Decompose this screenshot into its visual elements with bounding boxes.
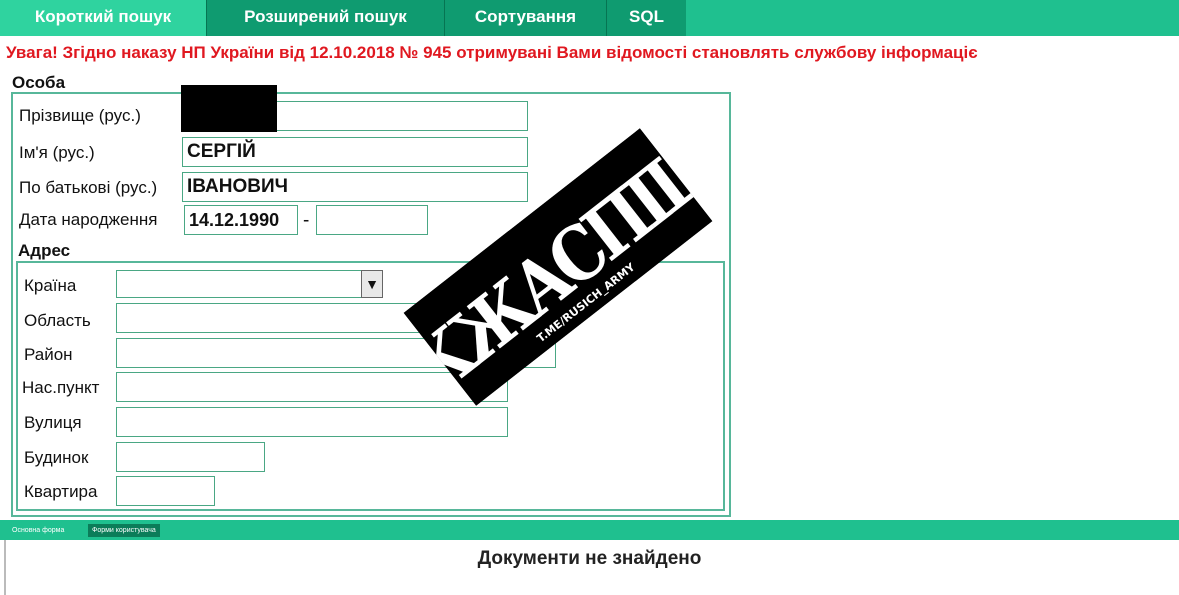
- tab-main-form[interactable]: Основна форма: [8, 524, 68, 537]
- country-select[interactable]: [116, 270, 362, 298]
- tab-short-search[interactable]: Короткий пошук: [0, 0, 206, 36]
- house-field[interactable]: [116, 442, 265, 472]
- patronymic-field[interactable]: ІВАНОВИЧ: [182, 172, 528, 202]
- dropdown-arrow-icon[interactable]: ▼: [361, 270, 383, 298]
- birth-date-label: Дата народження: [19, 210, 158, 229]
- apartment-label: Квартира: [24, 482, 98, 501]
- no-documents-message: Документи не знайдено: [477, 548, 702, 569]
- region-label: Область: [24, 311, 91, 330]
- district-label: Район: [24, 345, 73, 364]
- bottom-tab-strip: [0, 520, 1179, 540]
- name-field[interactable]: СЕРГІЙ: [182, 137, 528, 167]
- name-label: Ім'я (рус.): [19, 143, 95, 162]
- address-section-title: Адрес: [18, 241, 71, 260]
- person-section-title: Особа: [12, 73, 66, 92]
- tab-sql[interactable]: SQL: [606, 0, 686, 36]
- locality-label: Нас.пункт: [22, 378, 100, 397]
- locality-field[interactable]: [116, 372, 508, 402]
- tab-sorting[interactable]: Сортування: [444, 0, 606, 36]
- birth-date-from-field[interactable]: 14.12.1990: [184, 205, 298, 235]
- top-tab-bar: Короткий пошук Розширений пошук Сортуван…: [0, 0, 1179, 36]
- apartment-field[interactable]: [116, 476, 215, 506]
- patronymic-label: По батькові (рус.): [19, 178, 158, 197]
- country-label: Країна: [24, 276, 77, 295]
- street-label: Вулиця: [24, 413, 82, 432]
- tab-user-forms[interactable]: Форми користувача: [88, 524, 160, 537]
- warning-message: Увага! Згідно наказу НП України від 12.1…: [6, 43, 978, 62]
- tab-advanced-search[interactable]: Розширений пошук: [206, 0, 444, 36]
- redaction-block: [181, 85, 277, 132]
- surname-label: Прізвище (рус.): [19, 106, 141, 125]
- street-field[interactable]: [116, 407, 508, 437]
- date-range-separator: -: [303, 210, 310, 231]
- birth-date-to-field[interactable]: [316, 205, 428, 235]
- house-label: Будинок: [24, 448, 89, 467]
